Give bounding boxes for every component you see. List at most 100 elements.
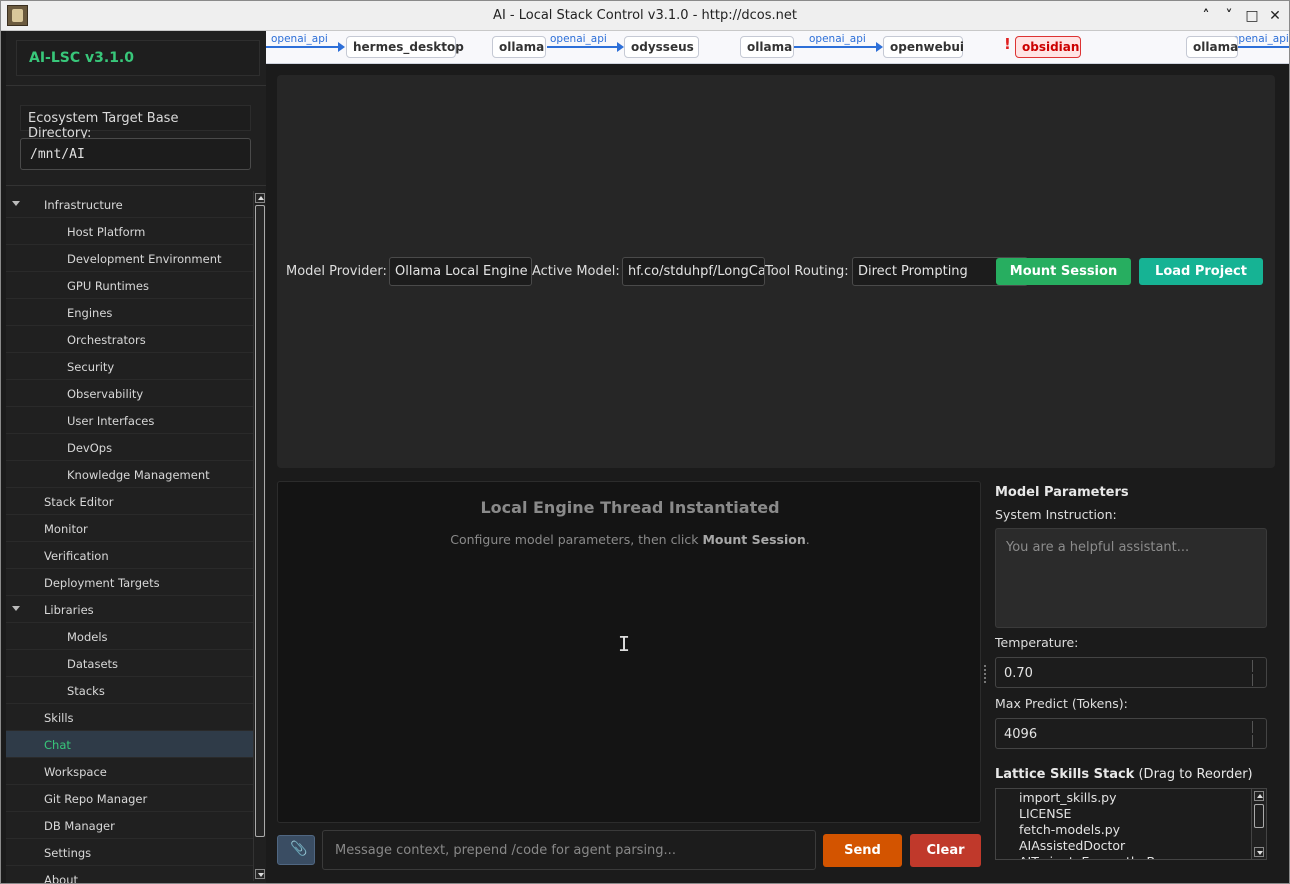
skills-stack-title: Lattice Skills Stack (Drag to Reorder) (995, 767, 1253, 782)
spin-down-icon[interactable] (1252, 735, 1264, 747)
sidebar-item[interactable]: Host Platform (6, 218, 253, 245)
sidebar-item[interactable]: Settings (6, 839, 253, 866)
sidebar-item[interactable]: Stacks (6, 677, 253, 704)
sidebar-item-label: Monitor (44, 522, 88, 536)
sidebar-item[interactable]: Stack Editor (6, 488, 253, 515)
sidebar-divider (6, 85, 266, 86)
graph-node[interactable]: ollama (740, 36, 794, 58)
skill-item[interactable]: fetch-models.py (1019, 822, 1120, 837)
chat-thread-panel[interactable]: Local Engine Thread Instantiated Configu… (277, 481, 981, 823)
sidebar-item[interactable]: User Interfaces (6, 407, 253, 434)
sidebar-item[interactable]: Deployment Targets (6, 569, 253, 596)
graph-node[interactable]: odysseus (624, 36, 699, 58)
session-toolbar-panel: Model Provider: Ollama Local Engine Acti… (277, 75, 1275, 468)
active-model-label: Active Model: (532, 264, 620, 279)
skill-item[interactable]: import_skills.py (1019, 790, 1117, 805)
title-bar: AI - Local Stack Control v3.1.0 - http:/… (1, 1, 1289, 31)
skill-item[interactable]: AITryingtoEscapetheBox (1019, 854, 1170, 859)
sidebar-item[interactable]: DevOps (6, 434, 253, 461)
sidebar-item-label: DevOps (67, 441, 113, 455)
sidebar-item-label: DB Manager (44, 819, 115, 833)
dependency-graph: openai_api openai_api openai_api openai_api… (266, 31, 1289, 64)
sidebar-item[interactable]: Development Environment (6, 245, 253, 272)
spin-down-icon[interactable] (1252, 674, 1264, 686)
sidebar-item[interactable]: Skills (6, 704, 253, 731)
clear-button[interactable]: Clear (910, 834, 981, 867)
send-button[interactable]: Send (823, 834, 902, 867)
scroll-up-icon[interactable] (1254, 791, 1264, 801)
sidebar-item-label: Libraries (44, 603, 94, 617)
spin-up-icon[interactable] (1252, 660, 1264, 672)
expand-arrow-icon[interactable] (12, 201, 20, 206)
sidebar-item[interactable]: Workspace (6, 758, 253, 785)
system-instruction-input[interactable]: You are a helpful assistant... (995, 528, 1267, 628)
graph-edge-label: openai_api (1232, 33, 1289, 45)
spin-up-icon[interactable] (1252, 721, 1264, 733)
skills-title-text: Lattice Skills Stack (995, 767, 1135, 782)
sidebar-item[interactable]: Security (6, 353, 253, 380)
attach-button[interactable]: 📎 (277, 835, 315, 865)
chat-empty-title: Local Engine Thread Instantiated (480, 498, 780, 517)
active-model-select[interactable]: hf.co/stduhpf/LongCa (622, 257, 765, 286)
scroll-down-icon[interactable] (255, 869, 265, 879)
sidebar-item-label: Chat (44, 738, 71, 752)
max-predict-spinbox[interactable]: 4096 (995, 718, 1267, 749)
sidebar-item[interactable]: Knowledge Management (6, 461, 253, 488)
temperature-label: Temperature: (995, 635, 1079, 650)
close-icon[interactable]: ✕ (1265, 6, 1285, 26)
minimize-icon[interactable]: ˄ (1196, 6, 1216, 26)
temperature-value: 0.70 (1004, 666, 1033, 681)
sidebar-item[interactable]: Chat (6, 731, 253, 758)
temperature-spinbox[interactable]: 0.70 (995, 657, 1267, 688)
restore-icon[interactable]: ˅ (1219, 6, 1239, 26)
provider-select[interactable]: Ollama Local Engine (389, 257, 532, 286)
expand-arrow-icon[interactable] (12, 606, 20, 611)
graph-node[interactable]: ollama (492, 36, 546, 58)
sidebar-item-label: Knowledge Management (67, 468, 210, 482)
error-icon: ! (1004, 35, 1011, 53)
mount-session-button[interactable]: Mount Session (996, 258, 1131, 285)
chat-subtitle-text: Configure model parameters, then click (450, 532, 703, 547)
base-dir-input[interactable]: /mnt/AI (20, 138, 251, 170)
sidebar-item[interactable]: Infrastructure (6, 191, 253, 218)
message-input[interactable]: Message context, prepend /code for agent… (322, 830, 816, 870)
skill-item[interactable]: LICENSE (1019, 806, 1071, 821)
scroll-thumb[interactable] (255, 205, 265, 837)
scroll-thumb[interactable] (1254, 804, 1264, 828)
sidebar-item-label: Verification (44, 549, 109, 563)
scroll-up-icon[interactable] (255, 193, 265, 203)
sidebar-item[interactable]: Datasets (6, 650, 253, 677)
brand-title: AI-LSC v3.1.0 (29, 50, 134, 66)
sidebar-item[interactable]: GPU Runtimes (6, 272, 253, 299)
sidebar-scrollbar[interactable] (253, 191, 265, 881)
sidebar-item[interactable]: Verification (6, 542, 253, 569)
graph-node[interactable]: ollama (1186, 36, 1238, 58)
sidebar-item[interactable]: Observability (6, 380, 253, 407)
sidebar-item[interactable]: About (6, 866, 253, 883)
sidebar-item[interactable]: Libraries (6, 596, 253, 623)
sidebar-item[interactable]: Monitor (6, 515, 253, 542)
graph-node[interactable]: obsidian (1015, 36, 1081, 58)
sidebar-item-label: Infrastructure (44, 198, 123, 212)
graph-node[interactable]: hermes_desktop (346, 36, 464, 58)
provider-label: Model Provider: (286, 264, 387, 279)
sidebar-item[interactable]: Orchestrators (6, 326, 253, 353)
maximize-icon[interactable]: □ (1242, 6, 1262, 26)
sidebar-item[interactable]: Engines (6, 299, 253, 326)
sidebar-item-label: Git Repo Manager (44, 792, 148, 806)
load-project-button[interactable]: Load Project (1139, 258, 1263, 285)
skill-item[interactable]: AIAssistedDoctor (1019, 838, 1125, 853)
chat-subtitle-end: . (805, 532, 810, 547)
scroll-down-icon[interactable] (1254, 847, 1264, 857)
skills-scrollbar[interactable] (1251, 789, 1266, 859)
sidebar-item-label: Deployment Targets (44, 576, 160, 590)
splitter-handle[interactable] (984, 665, 988, 683)
sidebar-item-label: Skills (44, 711, 74, 725)
sidebar-item[interactable]: Git Repo Manager (6, 785, 253, 812)
system-instruction-label: System Instruction: (995, 507, 1117, 522)
sidebar-item-label: About (44, 873, 79, 883)
skills-list[interactable]: AITryingtoEscapetheBoxAIAssistedDoctorfe… (995, 788, 1267, 860)
sidebar-item[interactable]: DB Manager (6, 812, 253, 839)
graph-node[interactable]: openwebui (883, 36, 964, 58)
sidebar-item[interactable]: Models (6, 623, 253, 650)
